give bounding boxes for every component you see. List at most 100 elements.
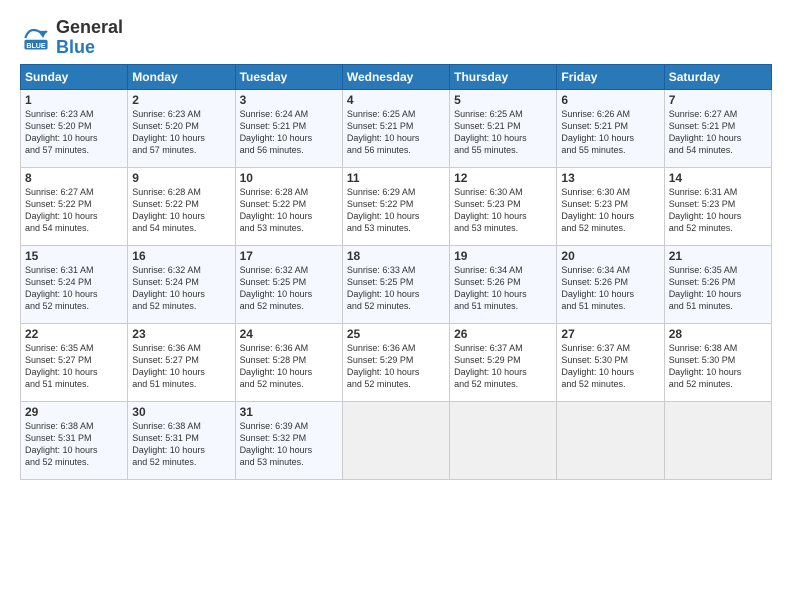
day-number: 25 <box>347 327 445 341</box>
day-content: Sunrise: 6:36 AM Sunset: 5:29 PM Dayligh… <box>347 342 445 391</box>
day-number: 26 <box>454 327 552 341</box>
table-row: 22Sunrise: 6:35 AM Sunset: 5:27 PM Dayli… <box>21 323 128 401</box>
day-number: 22 <box>25 327 123 341</box>
table-row: 26Sunrise: 6:37 AM Sunset: 5:29 PM Dayli… <box>450 323 557 401</box>
table-row: 21Sunrise: 6:35 AM Sunset: 5:26 PM Dayli… <box>664 245 771 323</box>
day-number: 31 <box>240 405 338 419</box>
table-row: 2Sunrise: 6:23 AM Sunset: 5:20 PM Daylig… <box>128 89 235 167</box>
table-row: 7Sunrise: 6:27 AM Sunset: 5:21 PM Daylig… <box>664 89 771 167</box>
table-row: 17Sunrise: 6:32 AM Sunset: 5:25 PM Dayli… <box>235 245 342 323</box>
table-row: 23Sunrise: 6:36 AM Sunset: 5:27 PM Dayli… <box>128 323 235 401</box>
day-content: Sunrise: 6:23 AM Sunset: 5:20 PM Dayligh… <box>132 108 230 157</box>
day-content: Sunrise: 6:37 AM Sunset: 5:29 PM Dayligh… <box>454 342 552 391</box>
table-row: 29Sunrise: 6:38 AM Sunset: 5:31 PM Dayli… <box>21 401 128 479</box>
logo-text: GeneralBlue <box>56 18 123 58</box>
table-row: 31Sunrise: 6:39 AM Sunset: 5:32 PM Dayli… <box>235 401 342 479</box>
day-number: 19 <box>454 249 552 263</box>
col-sunday: Sunday <box>21 64 128 89</box>
day-number: 16 <box>132 249 230 263</box>
day-content: Sunrise: 6:36 AM Sunset: 5:27 PM Dayligh… <box>132 342 230 391</box>
day-content: Sunrise: 6:31 AM Sunset: 5:24 PM Dayligh… <box>25 264 123 313</box>
table-row: 16Sunrise: 6:32 AM Sunset: 5:24 PM Dayli… <box>128 245 235 323</box>
day-content: Sunrise: 6:27 AM Sunset: 5:21 PM Dayligh… <box>669 108 767 157</box>
table-row: 8Sunrise: 6:27 AM Sunset: 5:22 PM Daylig… <box>21 167 128 245</box>
day-number: 2 <box>132 93 230 107</box>
day-number: 10 <box>240 171 338 185</box>
day-number: 8 <box>25 171 123 185</box>
table-row: 1Sunrise: 6:23 AM Sunset: 5:20 PM Daylig… <box>21 89 128 167</box>
day-content: Sunrise: 6:38 AM Sunset: 5:31 PM Dayligh… <box>132 420 230 469</box>
day-content: Sunrise: 6:36 AM Sunset: 5:28 PM Dayligh… <box>240 342 338 391</box>
table-row: 20Sunrise: 6:34 AM Sunset: 5:26 PM Dayli… <box>557 245 664 323</box>
table-row: 13Sunrise: 6:30 AM Sunset: 5:23 PM Dayli… <box>557 167 664 245</box>
day-content: Sunrise: 6:35 AM Sunset: 5:26 PM Dayligh… <box>669 264 767 313</box>
table-row: 24Sunrise: 6:36 AM Sunset: 5:28 PM Dayli… <box>235 323 342 401</box>
table-row: 28Sunrise: 6:38 AM Sunset: 5:30 PM Dayli… <box>664 323 771 401</box>
day-number: 12 <box>454 171 552 185</box>
day-content: Sunrise: 6:32 AM Sunset: 5:24 PM Dayligh… <box>132 264 230 313</box>
day-content: Sunrise: 6:28 AM Sunset: 5:22 PM Dayligh… <box>132 186 230 235</box>
table-row: 10Sunrise: 6:28 AM Sunset: 5:22 PM Dayli… <box>235 167 342 245</box>
day-number: 13 <box>561 171 659 185</box>
day-number: 29 <box>25 405 123 419</box>
day-number: 17 <box>240 249 338 263</box>
page: BLUE GeneralBlue Sunday Monday Tuesday W… <box>0 0 792 490</box>
table-row: 5Sunrise: 6:25 AM Sunset: 5:21 PM Daylig… <box>450 89 557 167</box>
week-row-3: 15Sunrise: 6:31 AM Sunset: 5:24 PM Dayli… <box>21 245 772 323</box>
table-row: 18Sunrise: 6:33 AM Sunset: 5:25 PM Dayli… <box>342 245 449 323</box>
day-content: Sunrise: 6:37 AM Sunset: 5:30 PM Dayligh… <box>561 342 659 391</box>
day-number: 9 <box>132 171 230 185</box>
day-content: Sunrise: 6:24 AM Sunset: 5:21 PM Dayligh… <box>240 108 338 157</box>
table-row <box>557 401 664 479</box>
table-row <box>342 401 449 479</box>
col-saturday: Saturday <box>664 64 771 89</box>
header: BLUE GeneralBlue <box>20 18 772 58</box>
table-row: 15Sunrise: 6:31 AM Sunset: 5:24 PM Dayli… <box>21 245 128 323</box>
table-row <box>664 401 771 479</box>
svg-text:BLUE: BLUE <box>26 42 46 50</box>
day-number: 30 <box>132 405 230 419</box>
day-content: Sunrise: 6:34 AM Sunset: 5:26 PM Dayligh… <box>561 264 659 313</box>
day-content: Sunrise: 6:25 AM Sunset: 5:21 PM Dayligh… <box>454 108 552 157</box>
day-number: 14 <box>669 171 767 185</box>
calendar-body: 1 Sunrise: 6:23 AM Sunset: 5:20 PM Daylig… <box>21 89 772 479</box>
day-number: 1 <box>25 93 123 107</box>
day-content: Sunrise: 6:34 AM Sunset: 5:26 PM Dayligh… <box>454 264 552 313</box>
table-row: 9Sunrise: 6:28 AM Sunset: 5:22 PM Daylig… <box>128 167 235 245</box>
day-content: Sunrise: 6:35 AM Sunset: 5:27 PM Dayligh… <box>25 342 123 391</box>
day-number: 18 <box>347 249 445 263</box>
table-row: 4Sunrise: 6:25 AM Sunset: 5:21 PM Daylig… <box>342 89 449 167</box>
day-content: Sunrise: 6:33 AM Sunset: 5:25 PM Dayligh… <box>347 264 445 313</box>
day-number: 28 <box>669 327 767 341</box>
week-row-1: 1 Sunrise: 6:23 AM Sunset: 5:20 PM Daylig… <box>21 89 772 167</box>
day-number: 3 <box>240 93 338 107</box>
day-number: 27 <box>561 327 659 341</box>
header-row: Sunday Monday Tuesday Wednesday Thursday… <box>21 64 772 89</box>
day-number: 4 <box>347 93 445 107</box>
day-content: Sunrise: 6:29 AM Sunset: 5:22 PM Dayligh… <box>347 186 445 235</box>
day-number: 20 <box>561 249 659 263</box>
table-row: 14Sunrise: 6:31 AM Sunset: 5:23 PM Dayli… <box>664 167 771 245</box>
day-number: 24 <box>240 327 338 341</box>
day-content: Sunrise: 6:30 AM Sunset: 5:23 PM Dayligh… <box>454 186 552 235</box>
week-row-2: 8Sunrise: 6:27 AM Sunset: 5:22 PM Daylig… <box>21 167 772 245</box>
day-content: Sunrise: 6:38 AM Sunset: 5:31 PM Dayligh… <box>25 420 123 469</box>
day-number: 23 <box>132 327 230 341</box>
logo: BLUE GeneralBlue <box>20 18 123 58</box>
col-thursday: Thursday <box>450 64 557 89</box>
table-row: 6Sunrise: 6:26 AM Sunset: 5:21 PM Daylig… <box>557 89 664 167</box>
day-number: 15 <box>25 249 123 263</box>
day-content: Sunrise: 6:25 AM Sunset: 5:21 PM Dayligh… <box>347 108 445 157</box>
day-content: Sunrise: 6:27 AM Sunset: 5:22 PM Dayligh… <box>25 186 123 235</box>
col-tuesday: Tuesday <box>235 64 342 89</box>
table-row <box>450 401 557 479</box>
calendar-table: Sunday Monday Tuesday Wednesday Thursday… <box>20 64 772 480</box>
table-row: 27Sunrise: 6:37 AM Sunset: 5:30 PM Dayli… <box>557 323 664 401</box>
col-wednesday: Wednesday <box>342 64 449 89</box>
table-row: 25Sunrise: 6:36 AM Sunset: 5:29 PM Dayli… <box>342 323 449 401</box>
day-number: 21 <box>669 249 767 263</box>
day-number: 6 <box>561 93 659 107</box>
day-content: Sunrise: 6:38 AM Sunset: 5:30 PM Dayligh… <box>669 342 767 391</box>
day-content: Sunrise: 6:39 AM Sunset: 5:32 PM Dayligh… <box>240 420 338 469</box>
day-number: 7 <box>669 93 767 107</box>
